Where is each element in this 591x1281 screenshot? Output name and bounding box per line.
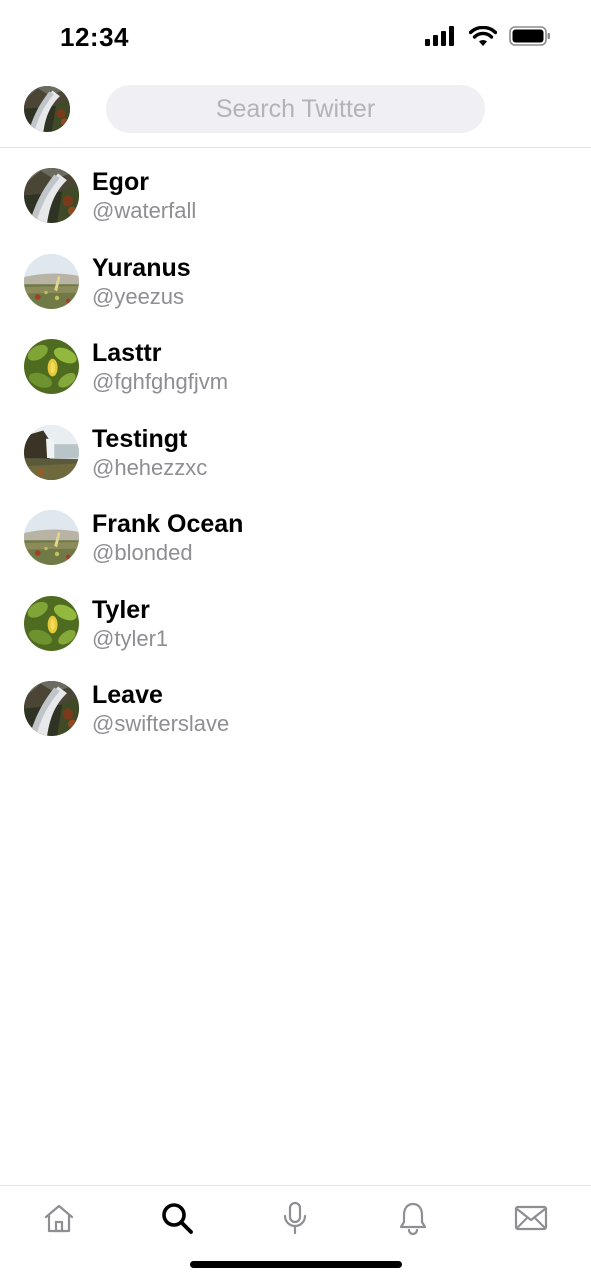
list-item[interactable]: Frank Ocean @blonded bbox=[0, 490, 591, 576]
tab-search[interactable] bbox=[155, 1196, 199, 1240]
signal-icon bbox=[425, 26, 454, 46]
user-handle: @yeezus bbox=[92, 283, 185, 309]
avatar bbox=[24, 253, 79, 309]
user-handle: @waterfall bbox=[92, 198, 197, 223]
user-name: Yuranus bbox=[92, 253, 191, 282]
tab-notifications[interactable] bbox=[391, 1196, 435, 1240]
waterfall-avatar-image bbox=[24, 168, 79, 223]
user-name: Frank Ocean bbox=[92, 510, 244, 538]
user-name: Testingt bbox=[92, 424, 188, 453]
waterfall-avatar-image bbox=[24, 86, 70, 132]
status-bar: 12:34 bbox=[0, 0, 591, 78]
search-input[interactable] bbox=[106, 85, 485, 133]
home-icon bbox=[44, 1204, 74, 1233]
meadow-avatar-image bbox=[24, 510, 79, 565]
wifi-icon bbox=[469, 26, 497, 46]
waterfall-avatar-image bbox=[24, 681, 79, 736]
avatar bbox=[24, 595, 79, 651]
cliff-avatar-image bbox=[24, 424, 79, 480]
user-name: Egor bbox=[92, 168, 149, 196]
tab-messages[interactable] bbox=[509, 1196, 553, 1240]
list-item[interactable]: Leave @swifterslave bbox=[0, 661, 591, 747]
user-name: Leave bbox=[92, 681, 163, 709]
meadow-avatar-image bbox=[24, 253, 79, 309]
home-indicator bbox=[190, 1261, 402, 1268]
battery-icon bbox=[509, 26, 550, 46]
user-handle: @hehezzxc bbox=[92, 454, 208, 480]
list-item[interactable]: Testingt @hehezzxc bbox=[0, 405, 591, 491]
list-item[interactable]: Egor @waterfall bbox=[0, 148, 591, 234]
list-item[interactable]: Tyler @tyler1 bbox=[0, 576, 591, 662]
leaves-avatar-image bbox=[24, 595, 79, 651]
avatar bbox=[24, 168, 79, 223]
mail-icon bbox=[514, 1205, 548, 1231]
user-list: Egor @waterfall Yuranus @yeezus Lasttr @… bbox=[0, 148, 591, 747]
status-icons bbox=[425, 26, 551, 46]
user-name: Lasttr bbox=[92, 339, 162, 367]
bell-icon bbox=[399, 1202, 427, 1235]
status-time: 12:34 bbox=[60, 22, 129, 52]
search-icon bbox=[162, 1203, 193, 1234]
avatar bbox=[24, 339, 79, 394]
user-handle: @tyler1 bbox=[92, 625, 169, 651]
user-handle: @blonded bbox=[92, 540, 193, 565]
microphone-icon bbox=[283, 1201, 307, 1235]
tab-home[interactable] bbox=[37, 1196, 81, 1240]
profile-avatar[interactable] bbox=[24, 86, 70, 132]
avatar bbox=[24, 510, 79, 565]
user-handle: @fghfghgfjvm bbox=[92, 369, 229, 394]
user-name: Tyler bbox=[92, 595, 150, 624]
tab-spaces[interactable] bbox=[273, 1196, 317, 1240]
avatar bbox=[24, 424, 79, 480]
top-bar bbox=[0, 78, 591, 148]
list-item[interactable]: Yuranus @yeezus bbox=[0, 234, 591, 320]
leaves-avatar-image bbox=[24, 339, 79, 394]
list-item[interactable]: Lasttr @fghfghgfjvm bbox=[0, 319, 591, 405]
user-handle: @swifterslave bbox=[92, 711, 230, 736]
avatar bbox=[24, 681, 79, 736]
